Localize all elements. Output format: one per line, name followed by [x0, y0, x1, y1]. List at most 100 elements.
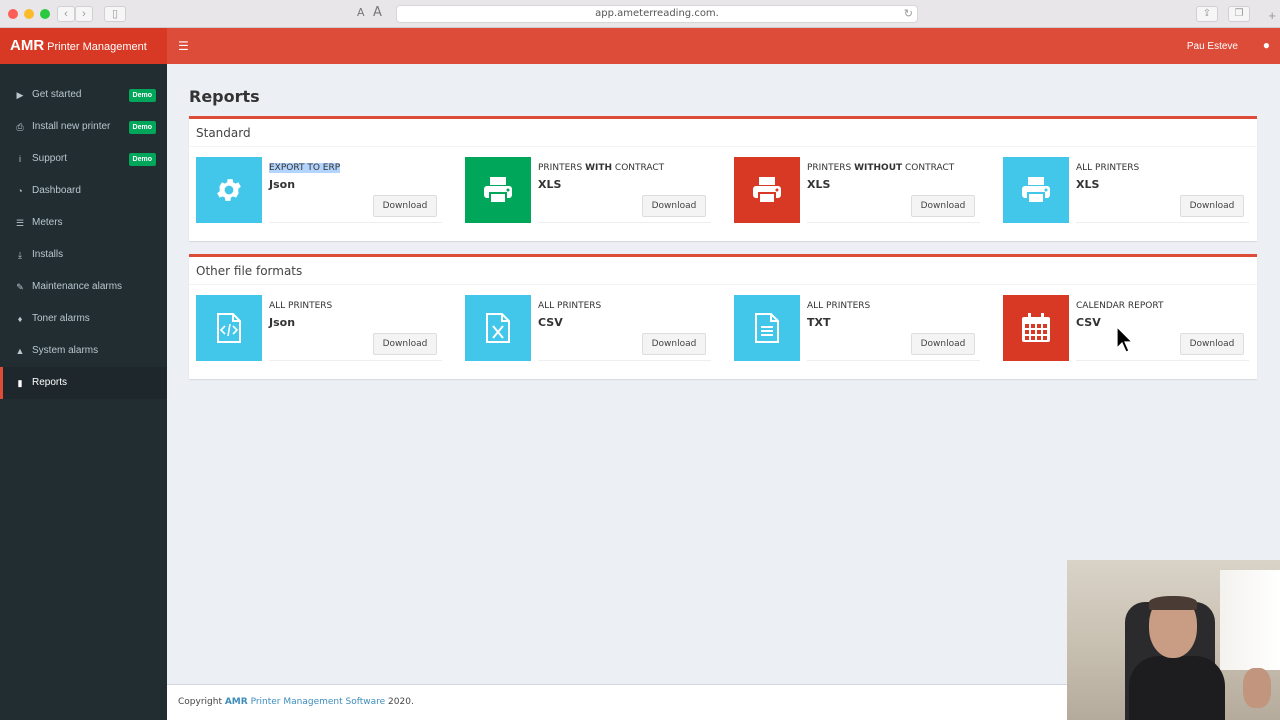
download-button[interactable]: Download [1180, 333, 1244, 355]
card-label: CALENDAR REPORT [1076, 301, 1164, 311]
box-title: Other file formats [189, 257, 1257, 285]
sidebar-item-reports[interactable]: ▮ Reports [0, 367, 167, 399]
brand-logo-bold: AMR [10, 37, 45, 54]
list-icon: ☰ [15, 218, 25, 228]
sidebar-item-toner-alarms[interactable]: ♦ Toner alarms [0, 303, 167, 335]
minimize-window-icon[interactable] [24, 9, 34, 19]
demo-badge: Demo [128, 153, 156, 166]
main-header: AMR Printer Management ☰ Pau Esteve ● [0, 28, 1280, 64]
sidebar-item-meters[interactable]: ☰ Meters [0, 207, 167, 239]
card-label: PRINTERS WITHOUT CONTRACT [807, 163, 955, 173]
demo-badge: Demo [128, 121, 156, 134]
sidebar-toggle-icon[interactable]: ▯ [104, 6, 126, 22]
file-icon: ▮ [17, 378, 23, 388]
printer-icon: ⎙ [16, 122, 24, 132]
download-button[interactable]: Download [911, 333, 975, 355]
other-formats-box: Other file formats ALL PRINTERS Json Dow… [189, 254, 1257, 379]
address-url: app.ameterreading.com. [595, 8, 719, 19]
wrench-icon: ✎ [16, 282, 24, 292]
printer-icon [734, 157, 800, 223]
report-card-printers-without-contract: PRINTERS WITHOUT CONTRACT XLS Download [734, 157, 980, 223]
sidebar-item-label: Meters [32, 217, 63, 228]
mouse-cursor-icon [1116, 326, 1134, 353]
card-format: XLS [807, 178, 831, 191]
footer-prefix: Copyright [178, 697, 225, 707]
share-icon[interactable]: ⇪ [1196, 6, 1218, 22]
report-card-export-erp: EXPORT TO ERP Json Download [196, 157, 442, 223]
gear-icon [196, 157, 262, 223]
download-button[interactable]: Download [373, 333, 437, 355]
file-code-icon [196, 295, 262, 361]
sidebar-item-label: Installs [32, 249, 64, 260]
sidebar-item-label: Install new printer [32, 121, 111, 132]
back-icon[interactable]: ‹ [57, 6, 75, 22]
download-button[interactable]: Download [642, 333, 706, 355]
card-label: ALL PRINTERS [807, 301, 871, 311]
address-bar[interactable]: app.ameterreading.com. ↻ [396, 5, 918, 23]
printer-icon [1003, 157, 1069, 223]
download-button[interactable]: Download [911, 195, 975, 217]
forward-icon[interactable]: › [75, 6, 93, 22]
page-title: Reports [189, 87, 260, 106]
sidebar-item-support[interactable]: i Support Demo [0, 143, 167, 175]
tint-icon: ♦ [17, 314, 23, 324]
sidebar-item-label: System alarms [32, 345, 99, 356]
file-excel-icon [465, 295, 531, 361]
footer-brand-link[interactable]: Printer Management Software [248, 697, 386, 707]
sidebar-item-installs[interactable]: ⤓ Installs [0, 239, 167, 271]
info-icon: i [19, 154, 21, 164]
sidebar-item-dashboard[interactable]: ◔ Dashboard [0, 175, 167, 207]
card-format: CSV [538, 316, 563, 329]
card-format: Json [269, 178, 296, 191]
sidebar-item-install-new-printer[interactable]: ⎙ Install new printer Demo [0, 111, 167, 143]
user-name[interactable]: Pau Esteve [1187, 41, 1238, 52]
sidebar-item-label: Support [32, 153, 68, 164]
report-card-all-printers-json: ALL PRINTERS Json Download [196, 295, 442, 361]
footer-suffix: 2020. [385, 697, 414, 707]
sidebar-item-get-started[interactable]: ▶ Get started Demo [0, 79, 167, 111]
font-smaller-button[interactable]: A [357, 6, 365, 19]
demo-badge: Demo [128, 89, 156, 102]
sidebar-item-label: Toner alarms [32, 313, 90, 324]
user-icon[interactable]: ● [1263, 38, 1270, 52]
tabs-icon[interactable]: ❐ [1228, 6, 1250, 22]
download-button[interactable]: Download [373, 195, 437, 217]
close-window-icon[interactable] [8, 9, 18, 19]
report-card-all-printers-txt: ALL PRINTERS TXT Download [734, 295, 980, 361]
reload-icon[interactable]: ↻ [904, 6, 913, 22]
card-format: CSV [1076, 316, 1101, 329]
brand-logo-text: Printer Management [47, 41, 147, 53]
standard-reports-box: Standard EXPORT TO ERP Json Download PRI… [189, 116, 1257, 241]
card-label: EXPORT TO ERP [269, 163, 341, 173]
card-format: Json [269, 316, 296, 329]
download-button[interactable]: Download [1180, 195, 1244, 217]
dashboard-icon: ◔ [17, 186, 23, 196]
sidebar: ▶ Get started Demo ⎙ Install new printer… [0, 64, 167, 720]
report-card-printers-with-contract: PRINTERS WITH CONTRACT XLS Download [465, 157, 711, 223]
card-label: ALL PRINTERS [1076, 163, 1140, 173]
sidebar-item-maintenance-alarms[interactable]: ✎ Maintenance alarms [0, 271, 167, 303]
card-format: XLS [538, 178, 562, 191]
footer-brand-bold[interactable]: AMR [225, 697, 248, 707]
menu-toggle-icon[interactable]: ☰ [178, 39, 189, 53]
warning-icon: ▲ [15, 346, 25, 356]
card-label: ALL PRINTERS [269, 301, 333, 311]
brand-logo[interactable]: AMR Printer Management [0, 28, 167, 64]
sidebar-item-label: Reports [32, 377, 68, 388]
calendar-icon [1003, 295, 1069, 361]
download-button[interactable]: Download [642, 195, 706, 217]
youtube-icon: ▶ [16, 90, 24, 100]
file-text-icon [734, 295, 800, 361]
zoom-window-icon[interactable] [40, 9, 50, 19]
download-icon: ⤓ [18, 250, 22, 260]
browser-toolbar: ‹ › ▯ A A app.ameterreading.com. ↻ ⇪ ❐ + [0, 0, 1280, 28]
printer-icon [465, 157, 531, 223]
sidebar-item-system-alarms[interactable]: ▲ System alarms [0, 335, 167, 367]
report-card-all-printers-xls: ALL PRINTERS XLS Download [1003, 157, 1249, 223]
font-larger-button[interactable]: A [373, 5, 382, 20]
sidebar-item-label: Maintenance alarms [32, 281, 123, 292]
card-label: PRINTERS WITH CONTRACT [538, 163, 665, 173]
new-tab-icon[interactable]: + [1268, 8, 1276, 23]
report-card-all-printers-csv: ALL PRINTERS CSV Download [465, 295, 711, 361]
sidebar-item-label: Dashboard [32, 185, 81, 196]
